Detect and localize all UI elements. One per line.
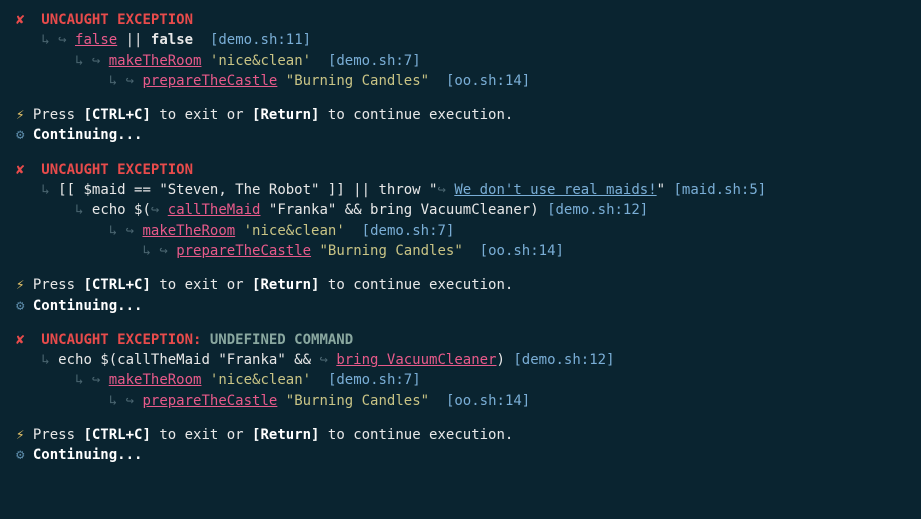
arrow-icon: ↪: [319, 352, 336, 368]
continuing-line: ⚙ Continuing...: [16, 445, 905, 465]
trace-line: ↳ ↪ makeTheRoom 'nice&clean' [demo.sh:7]: [16, 221, 905, 241]
trace-post: ): [496, 352, 504, 368]
trace-bold: false: [151, 32, 193, 48]
trace-line: ↳ ↪ false || false [demo.sh:11]: [16, 30, 905, 50]
arrow-icon: ↪: [58, 32, 75, 48]
trace-line: ↳ ↪ prepareTheCastle "Burning Candles" […: [16, 241, 905, 261]
exception-header: ✘ UNCAUGHT EXCEPTION: UNDEFINED COMMAND: [16, 330, 905, 350]
key-ctrlc: [CTRL+C]: [83, 107, 150, 123]
branch-icon: ↳: [142, 243, 150, 259]
exception-title: UNCAUGHT EXCEPTION: [41, 162, 193, 178]
key-ctrlc: [CTRL+C]: [83, 277, 150, 293]
trace-pre: echo $(callTheMaid "Franka" &&: [58, 352, 319, 368]
prompt-text: Press: [33, 427, 84, 443]
trace-link[interactable]: makeTheRoom: [109, 53, 202, 69]
continuing-line: ⚙ Continuing...: [16, 296, 905, 316]
arrow-icon: ↪: [159, 243, 176, 259]
continuing-line: ⚙ Continuing...: [16, 125, 905, 145]
trace-post: "Franka" && bring VacuumCleaner): [260, 202, 538, 218]
trace-post: [201, 53, 209, 69]
trace-link[interactable]: bring VacuumCleaner: [336, 352, 496, 368]
trace-location: [oo.sh:14]: [446, 393, 530, 409]
branch-icon: ↳: [109, 393, 117, 409]
trace-string: "Burning Candles": [319, 243, 462, 259]
key-return: [Return]: [252, 107, 319, 123]
prompt-line: ⚡ Press [CTRL+C] to exit or [Return] to …: [16, 105, 905, 125]
branch-icon: ↳: [109, 223, 117, 239]
key-return: [Return]: [252, 427, 319, 443]
prompt-text: to exit or: [151, 427, 252, 443]
arrow-icon: ↪: [126, 73, 143, 89]
prompt-text: to exit or: [151, 277, 252, 293]
trace-link[interactable]: prepareTheCastle: [142, 393, 277, 409]
trace-post: [201, 372, 209, 388]
exception-subtitle: UNDEFINED COMMAND: [210, 332, 353, 348]
prompt-text: to continue execution.: [319, 427, 513, 443]
trace-link[interactable]: We don't use real maids!: [454, 182, 656, 198]
trace-line: ↳ [[ $maid == "Steven, The Robot" ]] || …: [16, 180, 905, 200]
prompt-line: ⚡ Press [CTRL+C] to exit or [Return] to …: [16, 425, 905, 445]
trace-link[interactable]: makeTheRoom: [109, 372, 202, 388]
continuing-text: Continuing...: [33, 447, 143, 463]
trace-link[interactable]: makeTheRoom: [142, 223, 235, 239]
prompt-text: to continue execution.: [319, 277, 513, 293]
trace-post: [277, 73, 285, 89]
trace-link[interactable]: prepareTheCastle: [176, 243, 311, 259]
trace-location: [demo.sh:12]: [547, 202, 648, 218]
trace-string: 'nice&clean': [210, 372, 311, 388]
trace-link[interactable]: callTheMaid: [168, 202, 261, 218]
trace-line: ↳ echo $(↪ callTheMaid "Franka" && bring…: [16, 200, 905, 220]
trace-location: [oo.sh:14]: [480, 243, 564, 259]
trace-post: ||: [117, 32, 151, 48]
branch-icon: ↳: [109, 73, 117, 89]
exception-header: ✘ UNCAUGHT EXCEPTION: [16, 160, 905, 180]
arrow-icon: ↪: [437, 182, 454, 198]
trace-line: ↳ ↪ makeTheRoom 'nice&clean' [demo.sh:7]: [16, 51, 905, 71]
prompt-text: to continue execution.: [319, 107, 513, 123]
branch-icon: ↳: [41, 182, 49, 198]
arrow-icon: ↪: [126, 223, 143, 239]
trace-line: ↳ ↪ prepareTheCastle "Burning Candles" […: [16, 391, 905, 411]
trace-location: [demo.sh:12]: [513, 352, 614, 368]
branch-icon: ↳: [41, 32, 49, 48]
trace-link[interactable]: prepareTheCastle: [142, 73, 277, 89]
prompt-line: ⚡ Press [CTRL+C] to exit or [Return] to …: [16, 275, 905, 295]
prompt-text: Press: [33, 107, 84, 123]
continuing-text: Continuing...: [33, 127, 143, 143]
trace-pre: [[ $maid == "Steven, The Robot" ]] || th…: [58, 182, 437, 198]
trace-location: [oo.sh:14]: [446, 73, 530, 89]
branch-icon: ↳: [41, 352, 49, 368]
prompt-text: Press: [33, 277, 84, 293]
trace-string: 'nice&clean': [210, 53, 311, 69]
arrow-icon: ↪: [92, 372, 109, 388]
trace-location: [demo.sh:11]: [210, 32, 311, 48]
trace-pre: echo $(: [92, 202, 151, 218]
trace-location: [demo.sh:7]: [328, 372, 421, 388]
key-return: [Return]: [252, 277, 319, 293]
exception-header: ✘ UNCAUGHT EXCEPTION: [16, 10, 905, 30]
key-ctrlc: [CTRL+C]: [83, 427, 150, 443]
trace-line: ↳ ↪ prepareTheCastle "Burning Candles" […: [16, 71, 905, 91]
trace-string: "Burning Candles": [286, 73, 429, 89]
trace-line: ↳ echo $(callTheMaid "Franka" && ↪ bring…: [16, 350, 905, 370]
trace-location: [demo.sh:7]: [362, 223, 455, 239]
trace-line: ↳ ↪ makeTheRoom 'nice&clean' [demo.sh:7]: [16, 370, 905, 390]
trace-link[interactable]: false: [75, 32, 117, 48]
arrow-icon: ↪: [92, 53, 109, 69]
trace-post: [235, 223, 243, 239]
exception-title: UNCAUGHT EXCEPTION: [41, 12, 193, 28]
trace-post: ": [657, 182, 665, 198]
trace-string: 'nice&clean': [244, 223, 345, 239]
trace-post: [277, 393, 285, 409]
arrow-icon: ↪: [126, 393, 143, 409]
arrow-icon: ↪: [151, 202, 168, 218]
trace-string: "Burning Candles": [286, 393, 429, 409]
trace-location: [maid.sh:5]: [674, 182, 767, 198]
continuing-text: Continuing...: [33, 298, 143, 314]
trace-location: [demo.sh:7]: [328, 53, 421, 69]
exception-title: UNCAUGHT EXCEPTION:: [41, 332, 210, 348]
prompt-text: to exit or: [151, 107, 252, 123]
